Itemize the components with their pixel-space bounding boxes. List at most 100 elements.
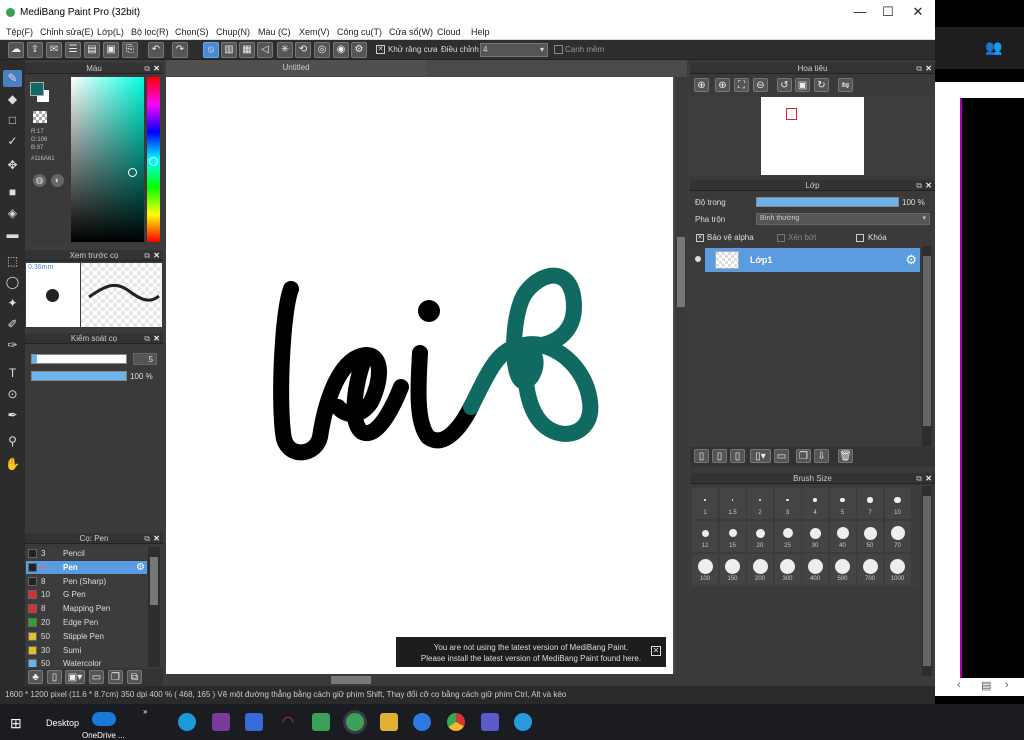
text-tool-icon[interactable]: T (3, 365, 22, 382)
snap-perspective-icon[interactable]: ◁ (257, 42, 273, 58)
menu-window[interactable]: Cửa sổ(W) (389, 27, 433, 37)
protect-alpha-checkbox[interactable]: ✕ (696, 234, 704, 242)
brush-size-2[interactable]: 2 (747, 488, 773, 519)
delete-layer-icon[interactable]: 🗑 (838, 449, 853, 463)
shape-tool-icon[interactable]: ■ (3, 184, 22, 201)
snap-radial-icon[interactable]: ✳ (277, 42, 293, 58)
cloud-icon[interactable]: ☁ (8, 42, 24, 58)
layer-row[interactable]: Lớp1 ⚙ (705, 248, 920, 272)
teams-icon[interactable] (481, 713, 499, 731)
save-icon[interactable]: ▣ (103, 42, 119, 58)
menu-filter[interactable]: Bộ lọc(R) (131, 27, 169, 37)
merge-layer-icon[interactable]: ⇩ (814, 449, 829, 463)
brush-size-4[interactable]: 4 (802, 488, 828, 519)
brush-import-icon[interactable]: ⧉ (127, 670, 142, 684)
game-icon[interactable] (312, 713, 330, 731)
bucket-tool-icon[interactable]: ◈ (3, 205, 22, 222)
brush-tool-icon[interactable]: ✎ (3, 70, 22, 87)
clip-checkbox[interactable] (777, 234, 785, 242)
snap-circle-icon[interactable]: ◎ (314, 42, 330, 58)
drawing-canvas[interactable] (166, 77, 673, 674)
brush-menu-icon[interactable]: ▣▾ (65, 670, 85, 684)
brush-size-12[interactable]: 12 (692, 521, 718, 552)
popout-icon[interactable]: ⧉ (144, 63, 150, 74)
brush-size-50[interactable]: 50 (857, 521, 883, 552)
brush-size-1-5[interactable]: 1.5 (719, 488, 746, 519)
snap-ellipse-icon[interactable]: ◉ (333, 42, 349, 58)
fit-icon[interactable]: ⛶ (734, 78, 749, 92)
eraser-tool-icon[interactable]: ◆ (3, 91, 22, 108)
close-icon[interactable]: ✕ (153, 533, 160, 544)
wifi-app-icon[interactable]: ◠ (279, 713, 297, 731)
brush-size-30[interactable]: 30 (802, 521, 828, 552)
divide-tool-icon[interactable]: ✒ (3, 407, 22, 424)
new-1bit-layer-icon[interactable]: ▯ (730, 449, 745, 463)
transparent-swatch[interactable] (33, 111, 47, 123)
brush-row-watercolor[interactable]: 50 Watercolor (26, 657, 147, 667)
brush-size-700[interactable]: 700 (857, 554, 883, 585)
chevron-right-icon[interactable]: › (1005, 679, 1009, 691)
canvas-horizontal-scrollbar[interactable] (166, 674, 687, 686)
edge-checkbox[interactable] (554, 45, 563, 54)
popout-icon[interactable]: ⧉ (144, 533, 150, 544)
dot-tool-icon[interactable]: □ (3, 112, 22, 129)
brush-size-40[interactable]: 40 (829, 521, 856, 552)
rotate-right-icon[interactable]: ↻ (814, 78, 829, 92)
select-pen-icon[interactable]: ✐ (3, 316, 22, 333)
lasso-tool-icon[interactable]: ◯ (3, 274, 22, 291)
brush-folder-icon[interactable]: ▭ (89, 670, 104, 684)
move-tool-icon[interactable]: ✥ (3, 157, 22, 174)
gear-icon[interactable]: ⚙ (905, 252, 917, 268)
menu-help[interactable]: Help (471, 27, 490, 37)
menu-cloud[interactable]: Cloud (437, 27, 461, 37)
word-icon[interactable] (245, 713, 263, 731)
snap-curve-icon[interactable]: ⟲ (295, 42, 311, 58)
zoom-out-icon[interactable]: ⊖ (753, 78, 768, 92)
minimize-button[interactable]: — (846, 4, 874, 22)
operation-tool-icon[interactable]: ⊙ (3, 386, 22, 403)
snap-off-icon[interactable]: ⦸ (203, 42, 219, 58)
duplicate-layer-icon[interactable]: ❐ (796, 449, 811, 463)
brush-new-icon[interactable]: ▯ (47, 670, 62, 684)
desktop-label[interactable]: Desktop (46, 718, 79, 728)
brush-size-200[interactable]: 200 (747, 554, 773, 585)
close-icon[interactable]: ✕ (153, 250, 160, 261)
popout-icon[interactable]: ⧉ (916, 180, 922, 191)
file-explorer-icon[interactable] (380, 713, 398, 731)
page-icon[interactable]: ▤ (981, 679, 991, 692)
brush-row-mapping-pen[interactable]: 8 Mapping Pen (26, 602, 147, 616)
close-icon[interactable]: ✕ (925, 63, 932, 74)
rotate-left-icon[interactable]: ↺ (777, 78, 792, 92)
hue-slider[interactable] (147, 77, 160, 242)
zoom-icon[interactable] (413, 713, 431, 731)
brush-row-edge-pen[interactable]: 20 Edge Pen (26, 616, 147, 629)
upload-icon[interactable]: ⇪ (27, 42, 43, 58)
hue-cursor[interactable] (149, 157, 158, 166)
notice-close-icon[interactable]: ✕ (651, 646, 661, 656)
brush-row-sumi[interactable]: 30 Sumi (26, 643, 147, 657)
zoom-in-icon[interactable]: ⊕ (694, 78, 709, 92)
chevron-left-icon[interactable]: ‹ (957, 679, 961, 691)
snap-settings-icon[interactable]: ⚙ (351, 42, 367, 58)
brush-add-icon[interactable]: ♣ (28, 670, 43, 684)
brush-size-500[interactable]: 500 (829, 554, 856, 585)
brush-size-3[interactable]: 3 (774, 488, 801, 519)
size-value[interactable]: 5 (133, 353, 157, 365)
hand-tool-icon[interactable]: ✋ (3, 456, 22, 473)
lock-checkbox[interactable] (856, 234, 864, 242)
brush-row-pencil[interactable]: 3 Pencil (26, 547, 147, 560)
snap-parallel-icon[interactable]: ▥ (221, 42, 237, 58)
canvas-tab[interactable]: Untitled (166, 60, 426, 76)
layer-opacity-slider[interactable] (756, 197, 899, 207)
opacity-slider[interactable] (31, 371, 127, 381)
size-slider[interactable] (31, 354, 127, 364)
brush-size-1[interactable]: 1 (692, 488, 718, 519)
saturation-value-picker[interactable] (71, 77, 144, 242)
navigator-viewport[interactable] (786, 108, 797, 120)
brush-size-10[interactable]: 10 (884, 488, 911, 519)
palette-icon[interactable]: ◍ (33, 174, 46, 187)
eyedropper-tool-icon[interactable]: ⚲ (3, 433, 22, 450)
comment-icon[interactable]: ✉ (46, 42, 62, 58)
blend-select[interactable]: Bình thường ▾ (756, 213, 930, 225)
brush-size-1000[interactable]: 1000 (884, 554, 911, 585)
